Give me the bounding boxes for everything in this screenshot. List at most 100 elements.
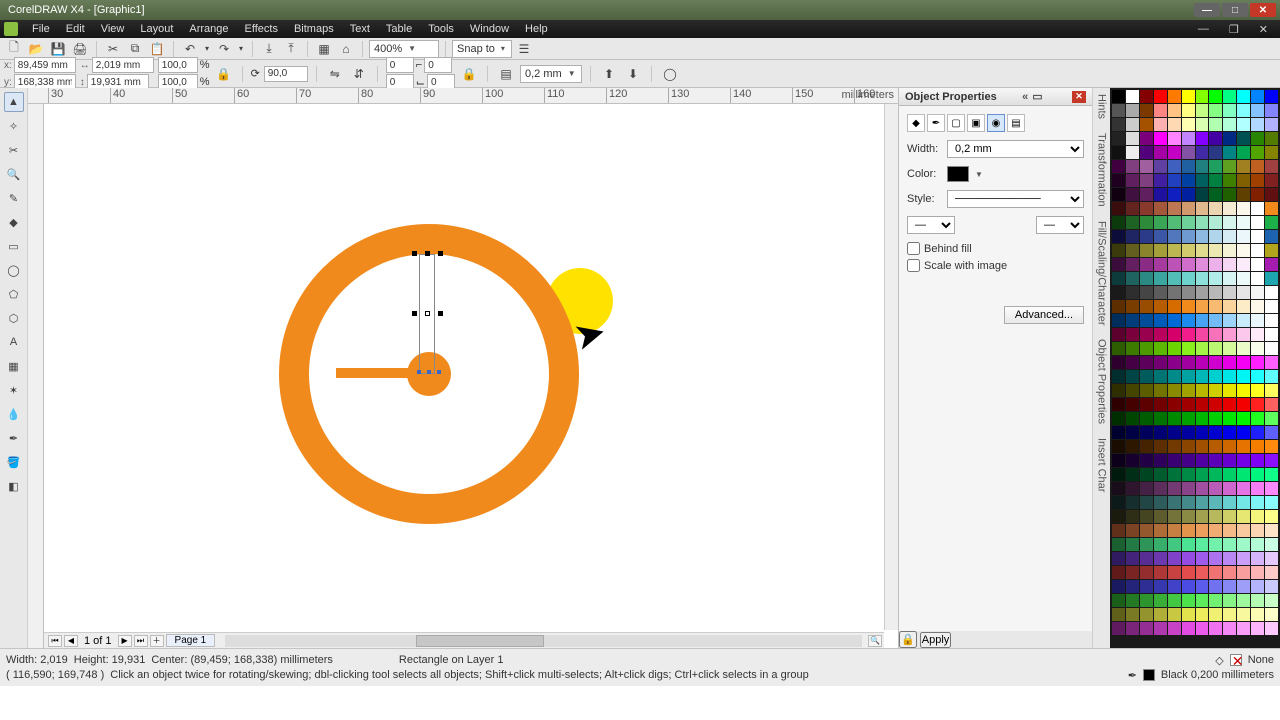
color-swatch[interactable] [1112,174,1125,187]
color-swatch[interactable] [1182,454,1195,467]
selection-handle[interactable] [437,370,441,374]
color-swatch[interactable] [1251,146,1264,159]
color-swatch[interactable] [1168,90,1181,103]
color-swatch[interactable] [1251,174,1264,187]
color-swatch[interactable] [1237,468,1250,481]
color-swatch[interactable] [1251,160,1264,173]
color-swatch[interactable] [1209,300,1222,313]
color-swatch[interactable] [1265,146,1278,159]
docker-tab-insertchar[interactable]: Insert Char [1096,438,1108,492]
color-swatch[interactable] [1223,272,1236,285]
color-swatch[interactable] [1168,580,1181,593]
color-swatch[interactable] [1154,608,1167,621]
smart-fill-tool[interactable]: ◆ [4,212,24,232]
color-swatch[interactable] [1112,314,1125,327]
shape-tool[interactable]: ✧ [4,116,24,136]
color-swatch[interactable] [1265,524,1278,537]
color-swatch[interactable] [1112,580,1125,593]
freehand-tool[interactable]: ✎ [4,188,24,208]
color-swatch[interactable] [1154,468,1167,481]
color-swatch[interactable] [1251,356,1264,369]
color-swatch[interactable] [1196,258,1209,271]
color-swatch[interactable] [1237,510,1250,523]
color-swatch[interactable] [1251,244,1264,257]
color-swatch[interactable] [1237,552,1250,565]
color-swatch[interactable] [1168,244,1181,257]
color-swatch[interactable] [1223,244,1236,257]
color-swatch[interactable] [1265,538,1278,551]
end-arrow-select[interactable]: — [1036,216,1084,234]
color-swatch[interactable] [1209,552,1222,565]
color-swatch[interactable] [1182,356,1195,369]
color-swatch[interactable] [1209,370,1222,383]
color-swatch[interactable] [1154,342,1167,355]
color-swatch[interactable] [1251,594,1264,607]
color-swatch[interactable] [1196,314,1209,327]
menu-arrange[interactable]: Arrange [181,23,236,35]
color-swatch[interactable] [1182,90,1195,103]
color-swatch[interactable] [1140,314,1153,327]
color-swatch[interactable] [1126,300,1139,313]
color-swatch[interactable] [1154,552,1167,565]
color-swatch[interactable] [1154,314,1167,327]
color-swatch[interactable] [1168,622,1181,635]
color-swatch[interactable] [1112,566,1125,579]
color-swatch[interactable] [1140,188,1153,201]
interactive-tool[interactable]: ✶ [4,380,24,400]
color-swatch[interactable] [1168,146,1181,159]
color-swatch[interactable] [1196,244,1209,257]
menu-layout[interactable]: Layout [132,23,181,35]
outline-color-button[interactable] [947,166,969,182]
color-swatch[interactable] [1196,468,1209,481]
color-swatch[interactable] [1237,160,1250,173]
color-swatch[interactable] [1223,230,1236,243]
color-swatch[interactable] [1265,104,1278,117]
color-swatch[interactable] [1265,342,1278,355]
fill-swatch[interactable]: ✕ [1230,654,1242,666]
color-swatch[interactable] [1196,216,1209,229]
color-swatch[interactable] [1126,594,1139,607]
window-minimize[interactable]: — [1194,3,1220,17]
color-swatch[interactable] [1196,188,1209,201]
docker-tab-fillscale[interactable]: Fill/Scaling/Character [1096,221,1108,326]
color-swatch[interactable] [1126,104,1139,117]
color-swatch[interactable] [1126,468,1139,481]
color-swatch[interactable] [1237,174,1250,187]
color-swatch[interactable] [1168,510,1181,523]
color-swatch[interactable] [1237,286,1250,299]
color-swatch[interactable] [1182,174,1195,187]
color-swatch[interactable] [1112,202,1125,215]
color-swatch[interactable] [1126,314,1139,327]
color-swatch[interactable] [1265,566,1278,579]
color-swatch[interactable] [1154,622,1167,635]
color-swatch[interactable] [1196,622,1209,635]
color-swatch[interactable] [1140,370,1153,383]
color-swatch[interactable] [1182,398,1195,411]
vertical-ruler[interactable] [28,104,44,648]
color-swatch[interactable] [1168,216,1181,229]
selection-handle[interactable] [438,311,443,316]
color-swatch[interactable] [1209,174,1222,187]
color-swatch[interactable] [1126,454,1139,467]
color-swatch[interactable] [1126,552,1139,565]
color-swatch[interactable] [1154,524,1167,537]
color-swatch[interactable] [1251,132,1264,145]
color-swatch[interactable] [1182,160,1195,173]
lock-button[interactable]: 🔒 [899,631,917,648]
color-swatch[interactable] [1168,342,1181,355]
window-maximize[interactable]: □ [1222,3,1248,17]
color-swatch[interactable] [1265,286,1278,299]
color-swatch[interactable] [1154,286,1167,299]
color-swatch[interactable] [1196,356,1209,369]
color-swatch[interactable] [1154,174,1167,187]
color-swatch[interactable] [1126,174,1139,187]
table-tool[interactable]: ▦ [4,356,24,376]
color-swatch[interactable] [1237,608,1250,621]
color-swatch[interactable] [1223,384,1236,397]
color-swatch[interactable] [1196,104,1209,117]
color-swatch[interactable] [1196,118,1209,131]
color-swatch[interactable] [1237,146,1250,159]
color-swatch[interactable] [1182,272,1195,285]
color-swatch[interactable] [1237,398,1250,411]
color-swatch[interactable] [1265,622,1278,635]
